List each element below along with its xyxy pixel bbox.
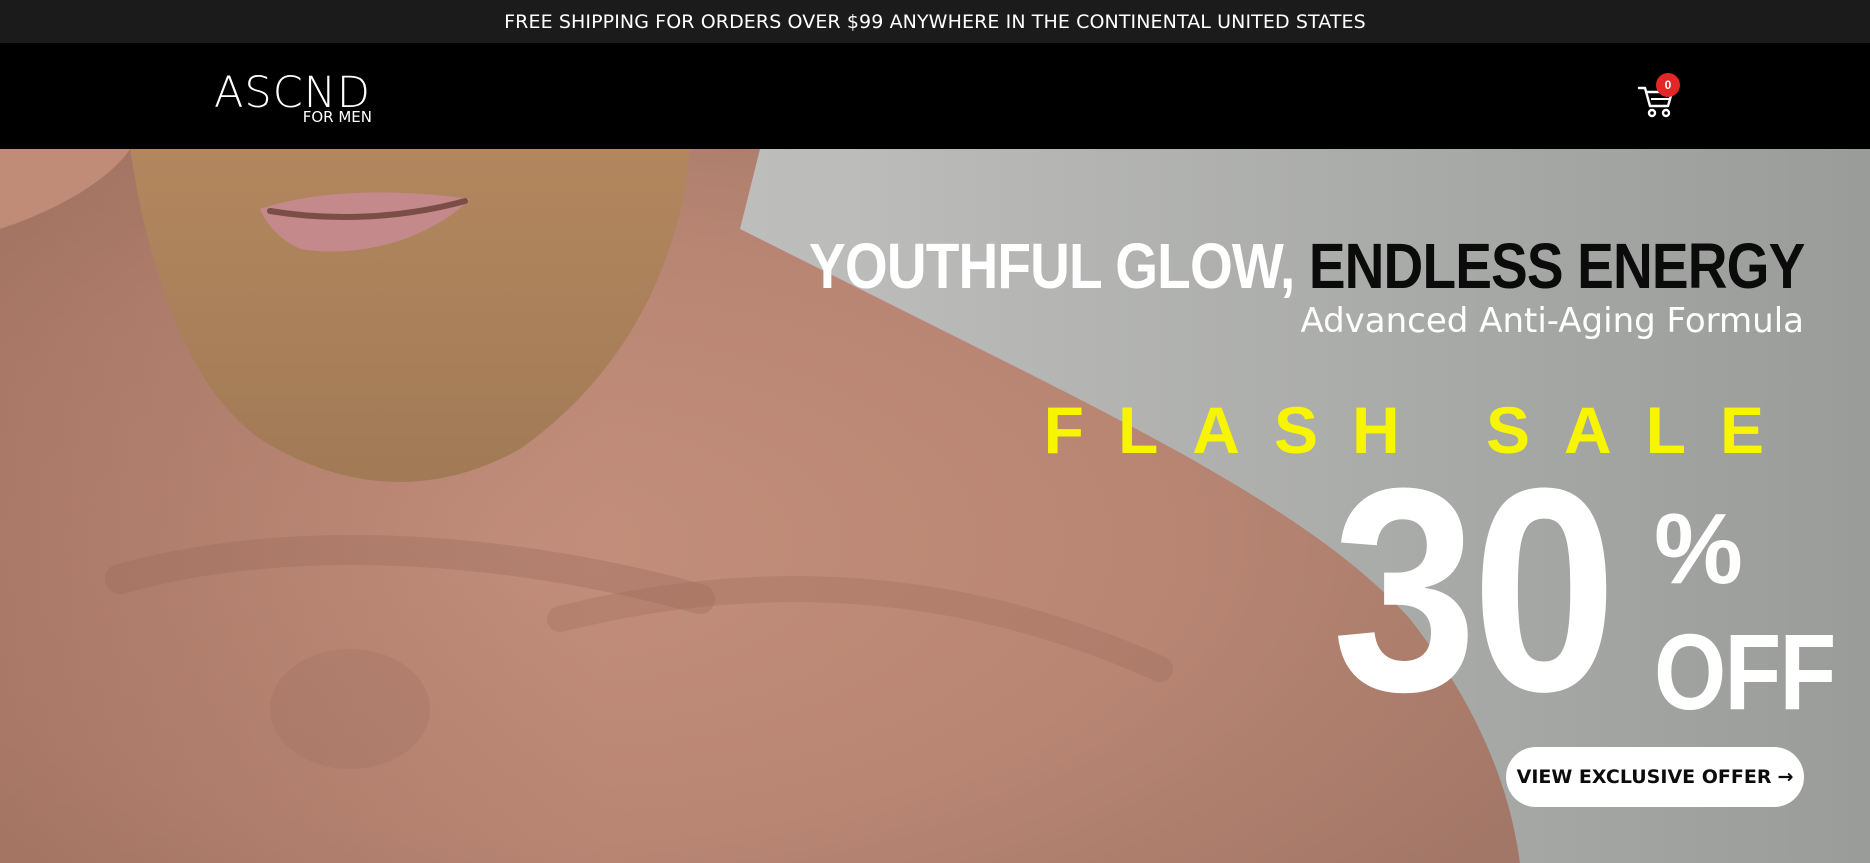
arrow-right-icon: → <box>1777 766 1794 788</box>
hero-banner: YOUTHFUL GLOW, ENDLESS ENERGY Advanced A… <box>0 149 1870 863</box>
cart-count-badge: 0 <box>1656 73 1680 97</box>
announcement-bar: FREE SHIPPING FOR ORDERS OVER $99 ANYWHE… <box>0 0 1870 43</box>
site-header: ASCND FOR MEN 0 <box>0 43 1870 149</box>
logo-subtext: FOR MEN <box>302 108 372 126</box>
hero-subheadline: Advanced Anti-Aging Formula <box>1300 301 1804 341</box>
discount-off-text: OFF <box>1654 611 1836 732</box>
headline-part-white: YOUTHFUL GLOW, <box>808 230 1295 302</box>
brand-logo[interactable]: ASCND FOR MEN <box>214 69 384 125</box>
hero-headline: YOUTHFUL GLOW, ENDLESS ENERGY <box>808 230 1805 302</box>
discount-number: 30 <box>1332 428 1617 752</box>
cta-label: VIEW EXCLUSIVE OFFER <box>1516 766 1772 788</box>
view-exclusive-offer-button[interactable]: VIEW EXCLUSIVE OFFER → <box>1506 747 1804 807</box>
headline-part-black: ENDLESS ENERGY <box>1308 230 1805 302</box>
discount-percent-sign: % <box>1654 493 1743 605</box>
announcement-text: FREE SHIPPING FOR ORDERS OVER $99 ANYWHE… <box>504 10 1366 33</box>
